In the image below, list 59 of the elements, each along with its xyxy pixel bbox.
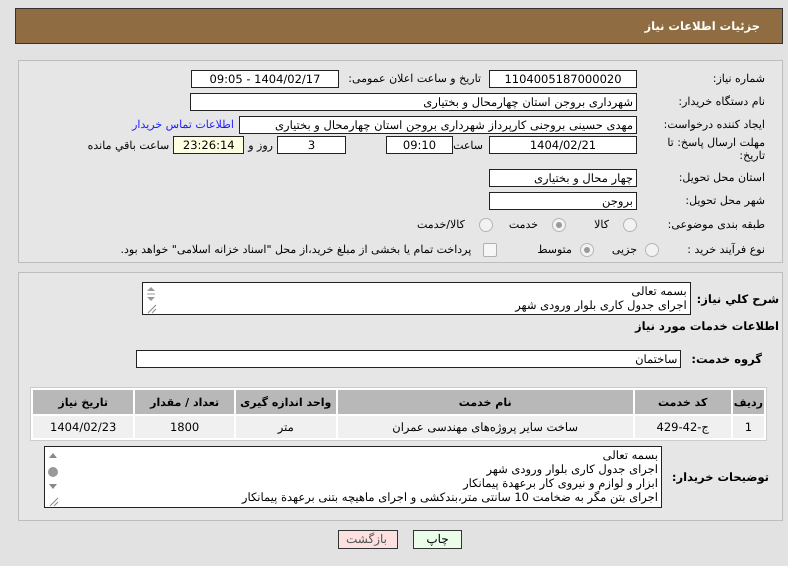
deadline-time-field: 09:10 — [386, 136, 453, 154]
field-label: استان محل تحویل: — [678, 171, 765, 184]
radio-button[interactable] — [552, 218, 566, 232]
field-label: ساعت باقي مانده — [88, 139, 170, 152]
print-button[interactable]: چاپ — [413, 530, 462, 549]
checkbox-label: پرداخت تمام یا بخشی از مبلغ خرید،از محل "اسناد خزانه اسلامی" خواهد بود. — [120, 243, 472, 256]
radio-label: کالا — [594, 218, 609, 231]
announce-date-field: 1404/02/17 - 09:05 — [191, 70, 339, 88]
table-cell: 1 — [732, 416, 764, 438]
checkbox[interactable] — [483, 242, 498, 256]
field-label: شرح کلي نیاز: — [696, 292, 779, 306]
column-header: ردیف — [732, 390, 764, 414]
city-field: بروجن — [489, 192, 637, 210]
field-label: شماره نیاز: — [712, 72, 765, 85]
radio-button[interactable] — [478, 218, 493, 232]
page-title: جزئیات اطلاعات نیاز — [644, 19, 760, 33]
table-cell: ساخت سایر پروژه‌های مهندسی عمران — [338, 416, 633, 438]
column-header: کد خدمت — [634, 390, 731, 414]
column-header: نام خدمت — [338, 390, 633, 414]
field-label: گروه خدمت: — [691, 352, 762, 366]
table-cell: ج-42-429 — [634, 416, 731, 438]
field-label: شهر محل تحویل: — [684, 194, 765, 207]
buyer-notes-field[interactable]: بسمه تعالی اجرای جدول کاری بلوار ورودی شهر ابزار و لوازم و نیروی کار برعهدة پیمانکار اجرای بتن مگر به ضخامت 10 سانتی متر،بندکشی و اجرای ماهیچه بتنی برعهدة پیمانکار — [44, 446, 662, 508]
deadline-date-field: 1404/02/21 — [489, 136, 637, 154]
field-label: نام دستگاه خریدار: — [677, 95, 765, 108]
column-header: تعداد / مقدار — [135, 390, 234, 414]
buyer-org-field: شهرداری بروجن استان چهارمحال و بختیاری — [190, 92, 637, 110]
radio-label: جزیی — [612, 243, 637, 256]
service-group-field: ساختمان — [136, 350, 682, 368]
description-text: بسمه تعالی اجرای جدول کاری بلوار ورودی شهر — [514, 284, 687, 312]
radio-label: کالا/خدمت — [417, 218, 465, 231]
remaining-time-field: 23:26:14 — [173, 136, 244, 154]
days-field: 3 — [277, 136, 346, 154]
field-label: ساعت — [453, 139, 483, 152]
contact-link[interactable]: اطلاعات تماس خریدار — [132, 118, 234, 131]
column-header: واحد اندازه گیری — [236, 390, 336, 414]
radio-button[interactable] — [645, 242, 659, 256]
buyer-notes-text: بسمه تعالی اجرای جدول کاری بلوار ورودی شهر ابزار و لوازم و نیروی کار برعهدة پیمانکار اجرای بتن مگر به ضخامت 10 سانتی متر،بندکشی و اجرای ماهیچه بتنی برعهدة پیمانکار — [240, 448, 658, 504]
field-label: تاریخ و ساعت اعلان عمومی: — [347, 72, 481, 85]
table-cell: متر — [236, 416, 336, 438]
section-heading: اطلاعات خدمات مورد نیاز — [635, 319, 779, 333]
need-number-field: 1104005187000020 — [489, 70, 637, 88]
field-label: روز و — [248, 139, 273, 152]
radio-button[interactable] — [623, 218, 637, 232]
column-header: تاریخ نیاز — [33, 390, 134, 414]
province-field: چهار محال و بختیاری — [489, 168, 637, 186]
field-label: ایجاد کننده درخواست: — [662, 118, 765, 131]
requester-field: مهدی حسینی بروجنی کارپرداز شهرداری بروجن استان چهارمحال و بختیاری — [239, 116, 637, 134]
radio-button[interactable] — [580, 242, 594, 256]
field-label: طبقه بندی موضوعی: — [666, 218, 765, 231]
field-label: توضیحات خریدار: — [672, 470, 769, 484]
table-cell: 1800 — [135, 416, 234, 438]
field-label: نوع فرآیند خرید : — [686, 243, 765, 256]
radio-label: متوسط — [537, 243, 572, 256]
back-button[interactable]: بازگشت — [338, 530, 398, 549]
table-cell: 1404/02/23 — [33, 416, 134, 438]
radio-label: خدمت — [508, 218, 538, 231]
description-field[interactable]: بسمه تعالی اجرای جدول کاری بلوار ورودی شهر — [142, 282, 691, 315]
field-label: مهلت ارسال پاسخ: تا تاریخ: — [666, 136, 765, 162]
